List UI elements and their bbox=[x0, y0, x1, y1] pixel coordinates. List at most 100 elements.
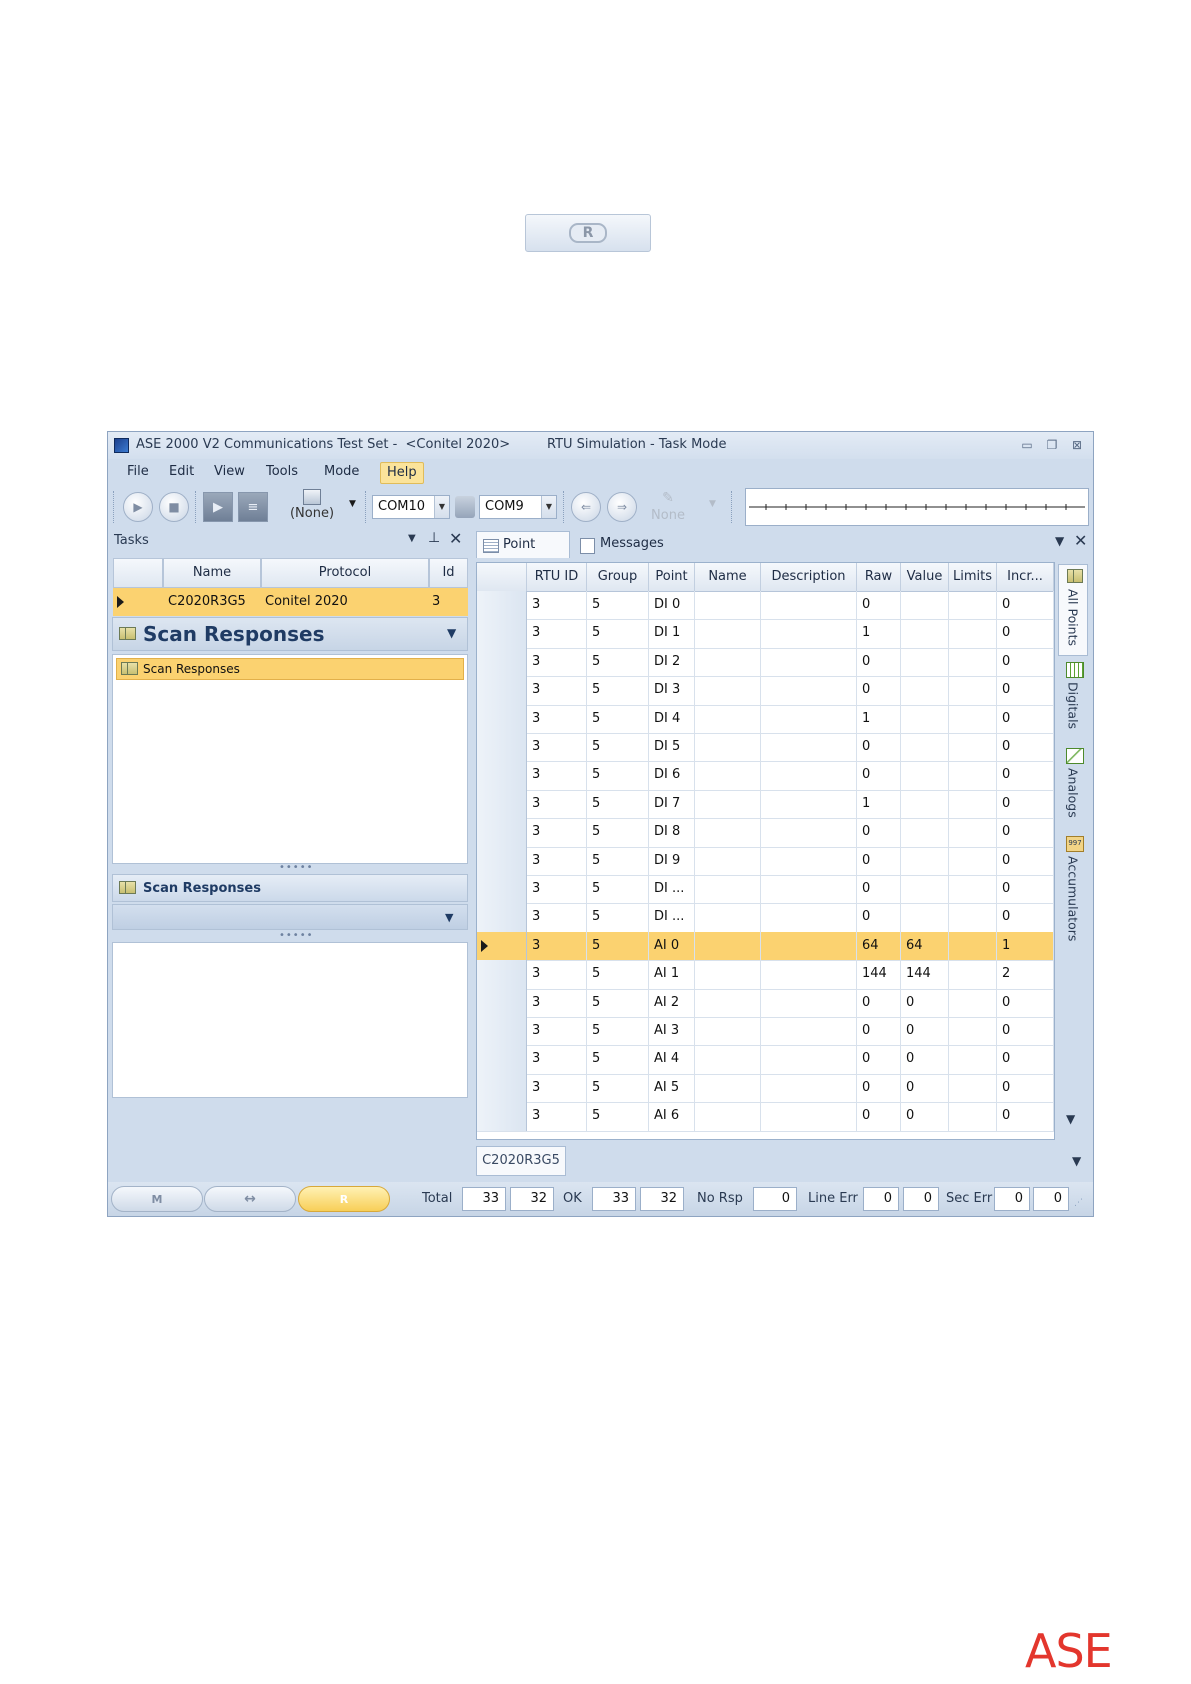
side-tab-analogs[interactable]: Analogs bbox=[1058, 744, 1088, 830]
row-header[interactable] bbox=[477, 846, 527, 875]
row-header[interactable] bbox=[477, 960, 527, 989]
scan-responses-item[interactable]: Scan Responses bbox=[116, 658, 464, 680]
row-header[interactable] bbox=[477, 931, 527, 961]
none-selector[interactable]: (None) bbox=[281, 489, 343, 525]
monitor-mode-button[interactable]: M bbox=[111, 1186, 203, 1212]
scan-responses-nav-button[interactable]: Scan Responses bbox=[112, 874, 468, 902]
send-right-button[interactable]: ⇒ bbox=[607, 492, 637, 522]
tab-close-icon[interactable]: ✕ bbox=[1074, 531, 1087, 550]
pl-col-value[interactable]: Value bbox=[901, 563, 949, 591]
splitter-grip[interactable]: ••••• bbox=[279, 930, 314, 941]
pl-col-rtu-id[interactable]: RTU ID bbox=[527, 563, 587, 591]
menu-tools[interactable]: Tools bbox=[260, 462, 304, 482]
point-row[interactable]: 3 5 DI 3 0 0 bbox=[477, 676, 1054, 706]
point-row[interactable]: 3 5 AI 0 64 64 1 bbox=[477, 931, 1054, 962]
tab-menu-icon[interactable]: ▼ bbox=[1055, 534, 1064, 548]
tasks-col-id[interactable]: Id bbox=[429, 558, 468, 588]
none-disabled-selector[interactable]: ✎ None bbox=[643, 489, 693, 525]
pin-icon[interactable]: ⊥ bbox=[428, 530, 440, 546]
row-header[interactable] bbox=[477, 1073, 527, 1103]
row-header[interactable] bbox=[477, 875, 527, 904]
point-row[interactable]: 3 5 AI 1 144 144 2 bbox=[477, 960, 1054, 990]
tasks-row[interactable]: C2020R3G5 Conitel 2020 3 bbox=[113, 588, 468, 616]
row-header[interactable] bbox=[477, 647, 527, 677]
point-row[interactable]: 3 5 DI 4 1 0 bbox=[477, 704, 1054, 734]
cell-limits bbox=[949, 875, 997, 904]
pl-col-name[interactable]: Name bbox=[695, 563, 761, 591]
tasks-col-name[interactable]: Name bbox=[163, 558, 261, 588]
stop-button[interactable]: ■ bbox=[159, 492, 189, 522]
point-row[interactable]: 3 5 DI ... 0 0 bbox=[477, 875, 1054, 905]
tab-strip-menu-icon[interactable]: ▼ bbox=[1072, 1154, 1081, 1168]
collapse-icon[interactable]: ▼ bbox=[447, 626, 456, 640]
menu-edit[interactable]: Edit bbox=[163, 462, 200, 482]
pl-col-group[interactable]: Group bbox=[587, 563, 649, 591]
menu-help[interactable]: Help bbox=[380, 462, 424, 484]
point-row[interactable]: 3 5 DI 6 0 0 bbox=[477, 761, 1054, 791]
splitter-grip[interactable]: ••••• bbox=[279, 862, 314, 873]
row-header[interactable] bbox=[477, 704, 527, 733]
point-row[interactable]: 3 5 AI 6000 bbox=[477, 1102, 1054, 1132]
row-header[interactable] bbox=[477, 818, 527, 847]
tasks-col-protocol[interactable]: Protocol bbox=[261, 558, 429, 588]
panel-close-icon[interactable]: ✕ bbox=[449, 529, 462, 548]
restore-button[interactable]: ❐ bbox=[1043, 436, 1061, 454]
row-header[interactable] bbox=[477, 1017, 527, 1046]
row-header[interactable] bbox=[477, 619, 527, 648]
row-header[interactable] bbox=[477, 903, 527, 932]
side-tab-all-points[interactable]: All Points bbox=[1058, 564, 1088, 656]
run-script-button[interactable]: ▶ bbox=[203, 492, 233, 522]
point-row[interactable]: 3 5 DI 9 0 0 bbox=[477, 846, 1054, 876]
resize-grip-icon[interactable]: ⋰ bbox=[1074, 1198, 1083, 1208]
remote-mode-button[interactable]: R bbox=[525, 214, 651, 252]
side-tab-digitals[interactable]: Digitals bbox=[1058, 658, 1088, 742]
minimize-button[interactable]: ▭ bbox=[1018, 436, 1036, 454]
point-row[interactable]: 3 5 DI 1 1 0 bbox=[477, 619, 1054, 649]
point-row[interactable]: 3 5 DI 2 0 0 bbox=[477, 647, 1054, 678]
pl-col-incr[interactable]: Incr... bbox=[997, 563, 1054, 591]
point-row[interactable]: 3 5 DI ... 0 0 bbox=[477, 903, 1054, 933]
row-header[interactable] bbox=[477, 591, 527, 620]
menu-view[interactable]: View bbox=[208, 462, 251, 482]
play-button[interactable]: ▶ bbox=[123, 492, 153, 522]
tab-task-c2020r3g5[interactable]: C2020R3G5 bbox=[476, 1146, 566, 1176]
panel-menu-icon[interactable]: ▼ bbox=[408, 533, 416, 544]
point-row[interactable]: 3 5 DI 7 1 0 bbox=[477, 789, 1054, 820]
row-header[interactable] bbox=[477, 761, 527, 790]
point-row[interactable]: 3 5 DI 0 0 0 bbox=[477, 591, 1054, 621]
point-row[interactable]: 3 5 AI 4000 bbox=[477, 1045, 1054, 1075]
side-tab-accumulators[interactable]: 997 Accumulators bbox=[1058, 832, 1088, 942]
row-header[interactable] bbox=[477, 733, 527, 762]
bridge-mode-button[interactable]: ↔ bbox=[204, 1186, 296, 1212]
menu-mode[interactable]: Mode bbox=[318, 462, 365, 482]
cell-name bbox=[695, 931, 761, 961]
tab-messages[interactable]: Messages bbox=[574, 531, 670, 558]
none-dropdown-arrow-icon[interactable]: ▼ bbox=[349, 499, 356, 509]
point-row[interactable]: 3 5 DI 8 0 0 bbox=[477, 818, 1054, 848]
none-disabled-arrow-icon[interactable]: ▼ bbox=[709, 499, 716, 509]
row-header[interactable] bbox=[477, 988, 527, 1017]
pl-col-limits[interactable]: Limits bbox=[949, 563, 997, 591]
pl-col-point[interactable]: Point bbox=[649, 563, 695, 591]
row-header[interactable] bbox=[477, 1045, 527, 1074]
row-header[interactable] bbox=[477, 789, 527, 819]
point-row[interactable]: 3 5 AI 5000 bbox=[477, 1073, 1054, 1104]
com-port-left-select[interactable]: COM10 ▼ bbox=[372, 495, 450, 519]
point-row[interactable]: 3 5 AI 2000 bbox=[477, 988, 1054, 1018]
close-button[interactable]: ⊠ bbox=[1068, 436, 1086, 454]
row-header[interactable] bbox=[477, 1102, 527, 1131]
pl-col-raw[interactable]: Raw bbox=[857, 563, 901, 591]
menu-file[interactable]: File bbox=[121, 462, 155, 482]
row-header[interactable] bbox=[477, 676, 527, 705]
pl-col-description[interactable]: Description bbox=[761, 563, 857, 591]
send-left-button[interactable]: ⇐ bbox=[571, 492, 601, 522]
point-row[interactable]: 3 5 AI 3000 bbox=[477, 1017, 1054, 1047]
point-row[interactable]: 3 5 DI 5 0 0 bbox=[477, 733, 1054, 763]
rtu-mode-button[interactable]: R bbox=[298, 1186, 390, 1212]
cell-name bbox=[695, 1102, 761, 1131]
tab-point-list[interactable]: Point List bbox=[476, 531, 570, 578]
side-tab-menu-icon[interactable]: ▼ bbox=[1066, 1112, 1075, 1126]
capture-button[interactable]: ≡ bbox=[238, 492, 268, 522]
chevron-down-icon[interactable]: ▼ bbox=[445, 911, 453, 924]
com-port-right-select[interactable]: COM9 ▼ bbox=[479, 495, 557, 519]
